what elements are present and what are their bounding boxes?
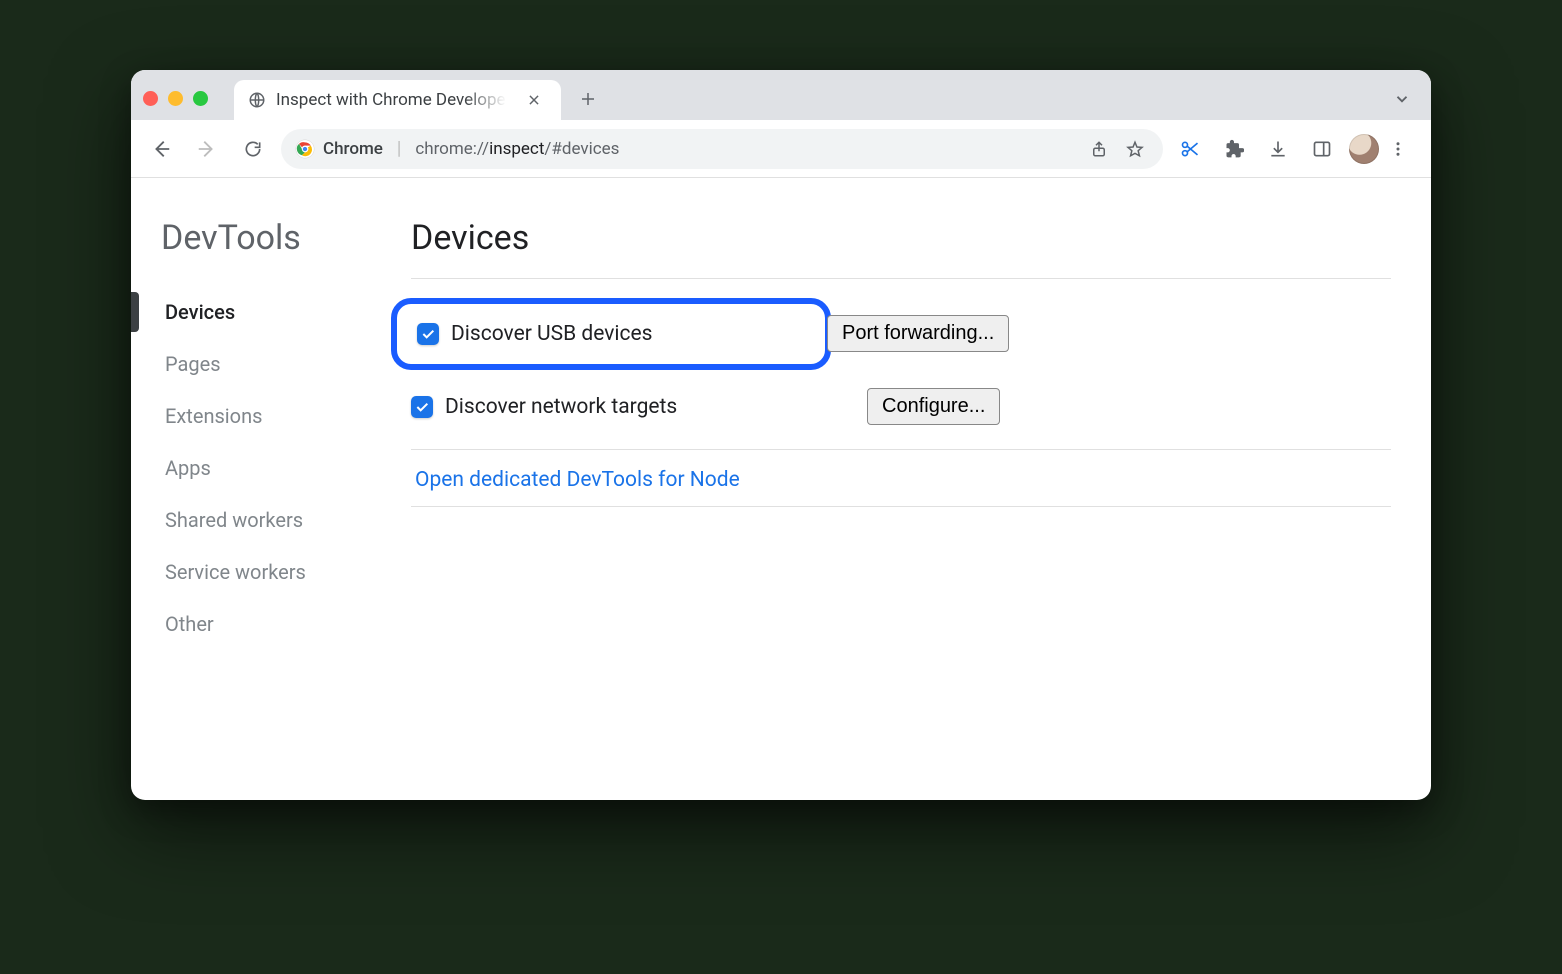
sidebar: DevTools Devices Pages Extensions Apps S… <box>131 178 391 800</box>
menu-button[interactable] <box>1389 140 1419 158</box>
main-panel: Devices Discover USB devices Port forwar… <box>391 178 1431 800</box>
network-left: Discover network targets <box>411 395 851 419</box>
port-forwarding-button[interactable]: Port forwarding... <box>827 315 1009 352</box>
network-checkbox-label: Discover network targets <box>445 395 677 419</box>
network-row: Discover network targets Configure... <box>411 370 1391 450</box>
usb-checkbox-label: Discover USB devices <box>451 322 653 346</box>
extensions-icon[interactable] <box>1217 132 1251 166</box>
tab-strip: Inspect with Chrome Developer <box>131 70 1431 120</box>
reload-button[interactable] <box>235 131 271 167</box>
url-text: chrome://inspect/#devices <box>415 139 1077 159</box>
page-content: DevTools Devices Pages Extensions Apps S… <box>131 178 1431 800</box>
forward-button[interactable] <box>189 131 225 167</box>
scissors-icon[interactable] <box>1173 132 1207 166</box>
main-heading: Devices <box>411 218 1391 258</box>
sidebar-item-shared-workers[interactable]: Shared workers <box>161 494 381 546</box>
chrome-logo-icon <box>295 139 315 159</box>
tab-title: Inspect with Chrome Developer <box>276 90 511 110</box>
usb-highlight-box: Discover USB devices <box>391 298 831 370</box>
window-controls <box>143 91 208 106</box>
divider <box>411 506 1391 507</box>
sidebar-item-extensions[interactable]: Extensions <box>161 390 381 442</box>
browser-window: Inspect with Chrome Developer <box>131 70 1431 800</box>
browser-toolbar: Chrome | chrome://inspect/#devices <box>131 120 1431 178</box>
usb-row: Discover USB devices Port forwarding... <box>411 297 1391 370</box>
back-button[interactable] <box>143 131 179 167</box>
profile-avatar[interactable] <box>1349 134 1379 164</box>
window-close-button[interactable] <box>143 91 158 106</box>
window-zoom-button[interactable] <box>193 91 208 106</box>
usb-checkbox[interactable] <box>417 323 439 345</box>
network-checkbox[interactable] <box>411 396 433 418</box>
configure-button[interactable]: Configure... <box>867 388 1000 425</box>
url-separator: | <box>397 138 401 159</box>
sidebar-title: DevTools <box>161 218 381 258</box>
tabs-dropdown-button[interactable] <box>1393 90 1411 108</box>
bookmark-star-icon[interactable] <box>1121 135 1149 163</box>
downloads-icon[interactable] <box>1261 132 1295 166</box>
new-tab-button[interactable] <box>569 84 607 114</box>
side-panel-icon[interactable] <box>1305 132 1339 166</box>
window-minimize-button[interactable] <box>168 91 183 106</box>
globe-icon <box>248 91 266 109</box>
browser-tab[interactable]: Inspect with Chrome Developer <box>234 80 561 120</box>
sidebar-item-devices[interactable]: Devices <box>161 286 381 338</box>
share-icon[interactable] <box>1085 135 1113 163</box>
sidebar-item-service-workers[interactable]: Service workers <box>161 546 381 598</box>
divider <box>411 278 1391 279</box>
sidebar-item-other[interactable]: Other <box>161 598 381 650</box>
open-node-devtools-link[interactable]: Open dedicated DevTools for Node <box>411 450 740 498</box>
url-scheme-label: Chrome <box>323 139 383 159</box>
address-bar[interactable]: Chrome | chrome://inspect/#devices <box>281 129 1163 169</box>
tab-close-button[interactable] <box>521 91 547 109</box>
sidebar-item-apps[interactable]: Apps <box>161 442 381 494</box>
sidebar-item-pages[interactable]: Pages <box>161 338 381 390</box>
